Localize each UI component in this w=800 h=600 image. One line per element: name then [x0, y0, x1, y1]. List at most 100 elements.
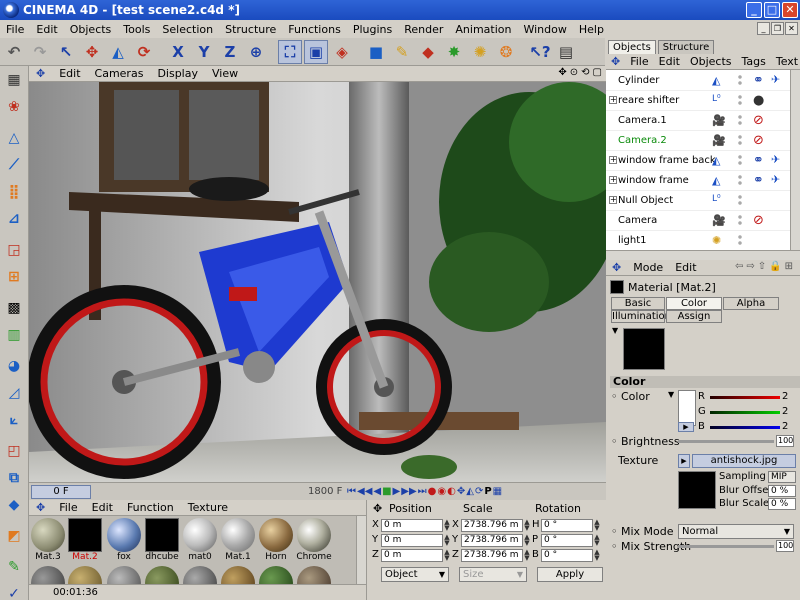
viewport-maximize-icon[interactable]: ▢: [593, 67, 602, 78]
record-icon[interactable]: ●: [428, 486, 437, 497]
texture-file-button[interactable]: antishock.jpg: [692, 454, 796, 468]
position-y-field[interactable]: 0 m: [381, 534, 443, 547]
scale-tool-icon[interactable]: ◭: [106, 40, 130, 64]
snap-icon[interactable]: ◰: [1, 438, 27, 464]
menu-help[interactable]: Help: [573, 23, 610, 36]
blur-offset-field[interactable]: 0 %: [768, 485, 796, 497]
redo-icon[interactable]: ↷: [28, 40, 52, 64]
x-axis-lock-icon[interactable]: X: [166, 40, 190, 64]
material-item[interactable]: Mat.3: [30, 518, 66, 568]
object-row[interactable]: + Null Object L⁰: [606, 191, 790, 211]
scale-y-stepper[interactable]: ▲ ▼: [523, 534, 531, 547]
render-view-icon[interactable]: ◆: [416, 40, 440, 64]
apply-button[interactable]: Apply: [537, 567, 603, 582]
material-menu-edit[interactable]: Edit: [85, 501, 120, 514]
viewport-menu-view[interactable]: View: [205, 67, 245, 80]
rotation-key-icon[interactable]: ⟳: [475, 486, 483, 497]
visibility-dots[interactable]: [738, 134, 742, 147]
rotation-h-field[interactable]: 0 °: [541, 519, 593, 532]
viewport-menu-edit[interactable]: Edit: [52, 67, 87, 80]
viewport-zoom-icon[interactable]: ⊙: [570, 67, 578, 78]
object-row[interactable]: + reare shifter L⁰ ●: [606, 91, 790, 111]
tab-color[interactable]: Color: [666, 297, 722, 310]
menu-objects[interactable]: Objects: [64, 23, 118, 36]
texture-tag-icon[interactable]: ✈: [771, 173, 780, 186]
cinema4d-app-icon[interactable]: [3, 2, 19, 18]
menu-animation[interactable]: Animation: [449, 23, 517, 36]
texture-axis-icon[interactable]: ⊞: [1, 264, 27, 290]
rotate-tool-icon[interactable]: ⟳: [132, 40, 156, 64]
y-axis-lock-icon[interactable]: Y: [192, 40, 216, 64]
edges-mode-icon[interactable]: ⟋: [1, 152, 27, 178]
next-frame-icon[interactable]: ▶: [393, 486, 401, 497]
polygons-mode-icon[interactable]: ⣿: [1, 179, 27, 205]
goto-start-icon[interactable]: ⏮: [347, 486, 356, 497]
protection-tag-icon[interactable]: ⊘: [753, 133, 764, 148]
param-key-icon[interactable]: P: [484, 486, 491, 497]
rotation-b-stepper[interactable]: ▲ ▼: [593, 549, 601, 562]
visibility-dots[interactable]: [738, 174, 742, 187]
object-row[interactable]: + window frame ◭ ⚭ ✈: [606, 171, 790, 191]
material-tag-icon[interactable]: ⚭: [753, 173, 764, 188]
red-value[interactable]: 2: [782, 391, 788, 402]
keyframe-selection-icon[interactable]: ◐: [447, 486, 456, 497]
attribute-menu-edit[interactable]: Edit: [669, 261, 702, 274]
menu-render[interactable]: Render: [398, 23, 449, 36]
visibility-dots[interactable]: [738, 94, 742, 107]
mix-strength-field[interactable]: 100: [776, 540, 794, 552]
visibility-dots[interactable]: [738, 234, 742, 247]
layout-icon[interactable]: ◩: [1, 523, 27, 549]
position-key-icon[interactable]: ✥: [457, 486, 465, 497]
close-button[interactable]: ✕: [782, 2, 798, 18]
object-row[interactable]: Camera 🎥 ⊘: [606, 211, 790, 231]
doc-restore-icon[interactable]: ❐: [771, 22, 784, 35]
object-list-hscrollbar[interactable]: [606, 250, 800, 260]
z-axis-lock-icon[interactable]: Z: [218, 40, 242, 64]
spline-icon[interactable]: ✎: [390, 40, 414, 64]
tab-alpha[interactable]: Alpha: [723, 297, 779, 310]
expand-icon[interactable]: +: [609, 176, 617, 184]
brightness-field[interactable]: 100: [776, 435, 794, 447]
texture-tag-icon[interactable]: ✈: [771, 73, 780, 86]
coords-size-dropdown[interactable]: Size ▼: [459, 567, 527, 582]
live-selection-icon[interactable]: ↖: [54, 40, 78, 64]
material-tag-icon[interactable]: ⚭: [753, 153, 764, 168]
green-value[interactable]: 2: [782, 406, 788, 417]
object-row[interactable]: + window frame back ◭ ⚭ ✈: [606, 151, 790, 171]
material-menu-function[interactable]: Function: [120, 501, 181, 514]
object-menu-edit[interactable]: Edit: [654, 55, 685, 68]
coords-mode-dropdown[interactable]: Object ▼: [381, 567, 449, 582]
move-tool-icon[interactable]: ✥: [80, 40, 104, 64]
scale-key-icon[interactable]: ◭: [466, 486, 474, 497]
prev-key-icon[interactable]: ◀◀: [357, 486, 372, 497]
script-icon[interactable]: ✓: [1, 581, 27, 600]
magnet-icon[interactable]: ⟀: [1, 407, 27, 433]
visibility-dots[interactable]: [738, 74, 742, 87]
visibility-dots[interactable]: [738, 194, 742, 207]
viewport-menu-cameras[interactable]: Cameras: [88, 67, 151, 80]
visibility-dots[interactable]: [738, 114, 742, 127]
rotation-h-stepper[interactable]: ▲ ▼: [593, 519, 601, 532]
material-item[interactable]: Horn: [258, 518, 294, 568]
render-picture-viewer-icon[interactable]: ✺: [468, 40, 492, 64]
grid-icon[interactable]: ▥: [1, 322, 27, 348]
menu-selection[interactable]: Selection: [156, 23, 219, 36]
attribute-menu-mode[interactable]: Mode: [627, 261, 669, 274]
cube-primitive-icon[interactable]: ■: [364, 40, 388, 64]
use-model-tool-icon[interactable]: ▦: [1, 67, 27, 93]
object-mode-icon[interactable]: ▣: [304, 39, 328, 64]
current-frame-field[interactable]: 0 F: [31, 484, 91, 499]
tweak-mode-icon[interactable]: ◲: [1, 237, 27, 263]
rotation-p-stepper[interactable]: ▲ ▼: [593, 534, 601, 547]
expand-icon[interactable]: +: [609, 196, 617, 204]
python-icon[interactable]: ✎: [1, 554, 27, 580]
menu-window[interactable]: Window: [517, 23, 572, 36]
object-menu-tags[interactable]: Tags: [737, 55, 771, 68]
position-x-field[interactable]: 0 m: [381, 519, 443, 532]
object-menu-text[interactable]: Text: [771, 55, 800, 68]
blue-slider[interactable]: [710, 426, 780, 429]
help-pointer-icon[interactable]: ↖?: [528, 40, 552, 64]
material-menu-file[interactable]: File: [52, 501, 84, 514]
phong-tag-icon[interactable]: ●: [753, 93, 764, 108]
workplane-icon[interactable]: ⧉: [1, 465, 27, 491]
